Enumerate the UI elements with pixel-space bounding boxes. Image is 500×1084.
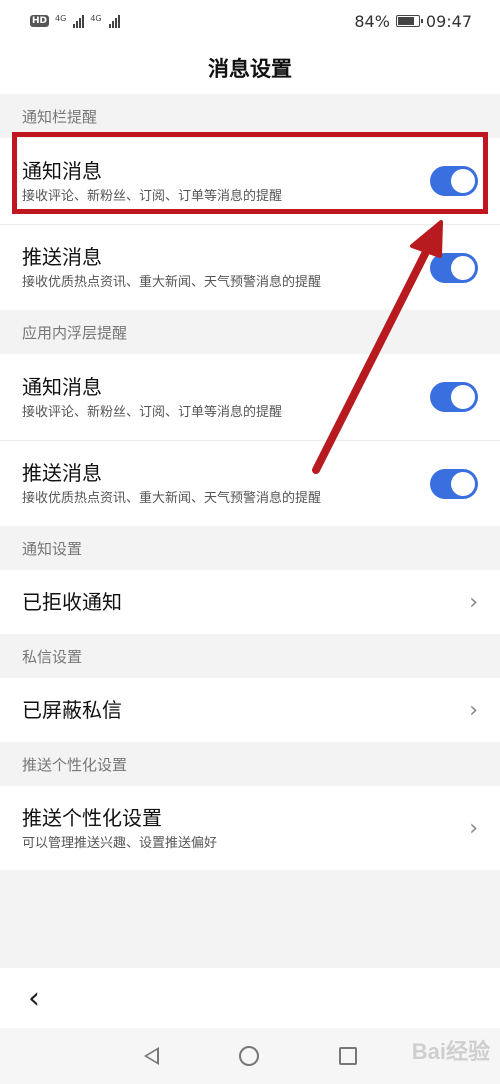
settings-list: 通知栏提醒 通知消息 接收评论、新粉丝、订阅、订单等消息的提醒 推送消息 接收优… bbox=[0, 94, 500, 870]
hd-icon: HD bbox=[30, 15, 50, 27]
section-header: 私信设置 bbox=[0, 634, 500, 678]
title-bar: 消息设置 bbox=[0, 42, 500, 94]
status-right: 84% 09:47 bbox=[354, 12, 472, 31]
section-header: 推送个性化设置 bbox=[0, 742, 500, 786]
notify-toggle[interactable] bbox=[430, 166, 478, 196]
row-title: 已拒收通知 bbox=[22, 590, 122, 614]
section-header: 应用内浮层提醒 bbox=[0, 310, 500, 354]
blocked-messages-row[interactable]: 已屏蔽私信 › bbox=[0, 678, 500, 742]
sim2-label: 4G bbox=[90, 14, 102, 23]
row-subtitle: 接收优质热点资讯、重大新闻、天气预警消息的提醒 bbox=[22, 491, 322, 506]
row-title: 通知消息 bbox=[22, 374, 102, 399]
chevron-right-icon: › bbox=[469, 697, 478, 723]
toggle-knob bbox=[451, 169, 475, 193]
row-subtitle: 接收评论、新粉丝、订阅、订单等消息的提醒 bbox=[22, 404, 283, 420]
in-app-push-toggle[interactable] bbox=[430, 468, 478, 499]
row-title: 推送个性化设置 bbox=[22, 805, 162, 830]
nav-home-icon[interactable] bbox=[238, 1046, 259, 1066]
signal-icon bbox=[73, 14, 85, 28]
nav-recent-apps-icon[interactable] bbox=[338, 1047, 357, 1065]
chevron-right-icon: › bbox=[469, 589, 478, 615]
push-toggle[interactable] bbox=[430, 252, 478, 283]
section-header: 通知设置 bbox=[0, 526, 500, 570]
status-left: HD 4G 4G bbox=[30, 14, 120, 28]
page-title: 消息设置 bbox=[208, 57, 292, 81]
notification-bar-push-row: 推送消息 接收优质热点资讯、重大新闻、天气预警消息的提醒 bbox=[0, 224, 500, 310]
row-title: 推送消息 bbox=[22, 245, 102, 269]
battery-percent: 84% bbox=[354, 11, 390, 31]
in-app-notify-row: 通知消息 接收评论、新粉丝、订阅、订单等消息的提醒 bbox=[0, 354, 500, 440]
sim1-label: 4G bbox=[55, 14, 67, 23]
section-header: 通知栏提醒 bbox=[0, 94, 500, 138]
rejected-notifications-row[interactable]: 已拒收通知 › bbox=[0, 570, 500, 634]
toggle-knob bbox=[451, 385, 475, 409]
watermark: Bai经验 bbox=[411, 1039, 490, 1064]
notification-bar-notify-row: 通知消息 接收评论、新粉丝、订阅、订单等消息的提醒 bbox=[0, 138, 500, 224]
row-subtitle: 接收评论、新粉丝、订阅、订单等消息的提醒 bbox=[22, 188, 283, 204]
in-app-notify-toggle[interactable] bbox=[430, 382, 478, 412]
row-subtitle: 可以管理推送兴趣、设置推送偏好 bbox=[22, 835, 218, 851]
row-title: 通知消息 bbox=[22, 158, 102, 183]
battery-icon bbox=[395, 15, 423, 27]
back-arrow-icon[interactable]: ‹ bbox=[28, 981, 40, 1016]
row-title: 推送消息 bbox=[22, 461, 102, 485]
status-bar: HD 4G 4G 84% 09:47 bbox=[0, 0, 500, 42]
in-app-push-row: 推送消息 接收优质热点资讯、重大新闻、天气预警消息的提醒 bbox=[0, 440, 500, 526]
row-title: 已屏蔽私信 bbox=[22, 698, 122, 722]
row-subtitle: 接收优质热点资讯、重大新闻、天气预警消息的提醒 bbox=[22, 275, 322, 290]
chevron-right-icon: › bbox=[469, 815, 478, 841]
signal-icon bbox=[108, 14, 120, 28]
nav-back-icon[interactable] bbox=[143, 1047, 159, 1065]
push-personalization-row[interactable]: 推送个性化设置 可以管理推送兴趣、设置推送偏好 › bbox=[0, 786, 500, 870]
clock: 09:47 bbox=[425, 11, 472, 31]
bottom-toolbar: ‹ bbox=[0, 968, 500, 1028]
toggle-knob bbox=[451, 255, 475, 280]
toggle-knob bbox=[451, 471, 475, 496]
